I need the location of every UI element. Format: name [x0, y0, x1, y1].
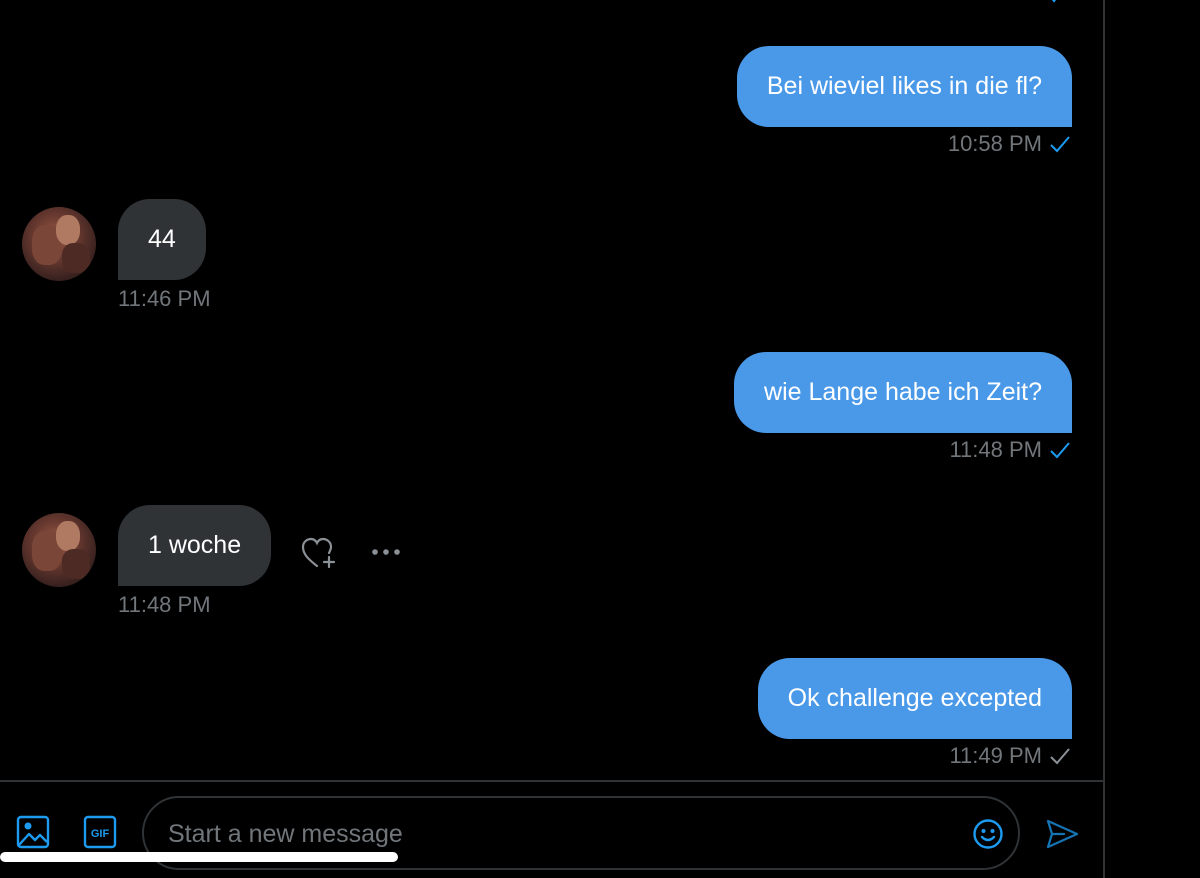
- avatar[interactable]: [22, 207, 96, 281]
- message-timestamp: 11:48 PM: [118, 592, 211, 617]
- outgoing-message-bubble[interactable]: wie Lange habe ich Zeit?: [734, 352, 1072, 433]
- message-meta: 10:58 PM: [948, 131, 1072, 157]
- message-text: 1 woche: [148, 531, 242, 559]
- read-check-icon: [1050, 442, 1070, 459]
- message-timestamp: 11:46 PM: [118, 286, 211, 311]
- emoji-icon[interactable]: [972, 818, 1004, 850]
- heart-plus-icon[interactable]: [300, 536, 338, 570]
- gif-label: GIF: [91, 828, 110, 840]
- message-timestamp: 11:49 PM: [949, 743, 1042, 768]
- send-icon[interactable]: [1044, 816, 1080, 852]
- image-icon[interactable]: [16, 815, 50, 849]
- dm-conversation: Bei wieviel likes in die fl? 10:58 PM 44…: [0, 0, 1200, 878]
- message-meta: 11:49 PM: [949, 743, 1072, 769]
- composer-divider: [0, 780, 1104, 782]
- avatar[interactable]: [22, 513, 96, 587]
- message-text: Bei wieviel likes in die fl?: [766, 72, 1042, 100]
- more-options-icon[interactable]: [370, 545, 402, 559]
- gif-frame: GIF: [83, 815, 117, 849]
- incoming-message-bubble[interactable]: 1 woche: [118, 505, 272, 586]
- panel-divider: [1103, 0, 1105, 878]
- message-timestamp: 11:48 PM: [949, 437, 1042, 462]
- incoming-message-bubble[interactable]: 44: [118, 199, 206, 280]
- read-check-icon: [1051, 0, 1057, 3]
- message-text: Ok challenge excepted: [787, 684, 1042, 712]
- home-indicator[interactable]: [0, 852, 398, 862]
- gif-icon[interactable]: GIF: [83, 815, 117, 849]
- message-text: 44: [148, 225, 176, 253]
- outgoing-message-bubble[interactable]: Ok challenge excepted: [757, 658, 1072, 739]
- message-input[interactable]: [166, 812, 950, 856]
- message-text: wie Lange habe ich Zeit?: [764, 378, 1042, 406]
- read-check-icon: [1050, 136, 1070, 153]
- message-timestamp: 10:58 PM: [947, 131, 1042, 156]
- message-meta: 11:48 PM: [949, 437, 1072, 463]
- outgoing-message-bubble[interactable]: Bei wieviel likes in die fl?: [736, 46, 1072, 127]
- sent-check-icon: [1050, 748, 1070, 765]
